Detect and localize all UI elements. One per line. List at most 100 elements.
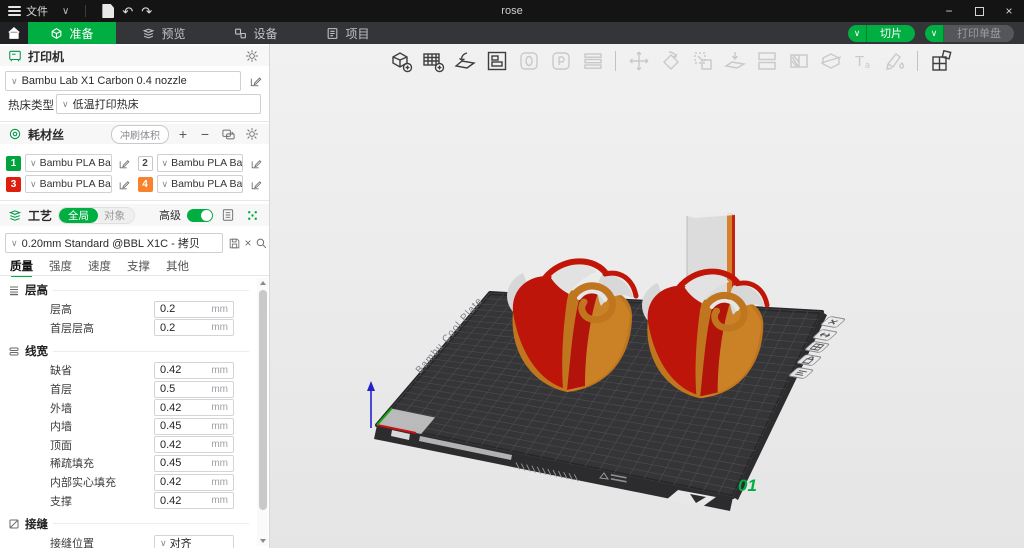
scope-global-button[interactable]: 全局 bbox=[59, 208, 98, 223]
printer-preset-select[interactable]: ∨ Bambu Lab X1 Carbon 0.4 nozzle bbox=[5, 71, 241, 91]
filament-2-select[interactable]: ∨Bambu PLA Basic bbox=[157, 154, 244, 172]
seam-position-select[interactable]: ∨对齐 bbox=[154, 535, 234, 548]
filament-2-badge[interactable]: 2 bbox=[138, 156, 153, 171]
advanced-toggle[interactable] bbox=[187, 209, 213, 222]
parameter-table-button[interactable] bbox=[219, 206, 237, 224]
param-label: 外墙 bbox=[50, 400, 154, 416]
param-row: 外墙0.42mm bbox=[0, 398, 255, 417]
tab-device[interactable]: 设备 bbox=[212, 22, 300, 44]
param-input[interactable]: 0.42mm bbox=[154, 399, 234, 416]
group-layer-height: 层高 bbox=[8, 281, 249, 299]
tab-strength[interactable]: 强度 bbox=[49, 258, 72, 274]
param-input[interactable]: 0.42mm bbox=[154, 436, 234, 453]
param-row: 层高0.2mm bbox=[0, 300, 255, 319]
search-preset-button[interactable] bbox=[252, 234, 270, 252]
tab-others[interactable]: 其他 bbox=[166, 258, 189, 274]
scope-objects-button[interactable]: 对象 bbox=[98, 208, 134, 223]
filament-1-name: Bambu PLA Basic bbox=[40, 157, 112, 169]
printer-preset-value: Bambu Lab X1 Carbon 0.4 nozzle bbox=[22, 75, 187, 87]
restore-button[interactable] bbox=[964, 0, 994, 22]
chevron-down-icon: ∨ bbox=[162, 158, 169, 169]
side-panel: 打印机 ∨ Bambu Lab X1 Carbon 0.4 nozzle 热床类… bbox=[0, 44, 270, 548]
scroll-down-arrow[interactable] bbox=[260, 539, 266, 543]
group-line-width: 线宽 bbox=[8, 342, 249, 360]
tab-preview[interactable]: 预览 bbox=[120, 22, 208, 44]
param-input[interactable]: 0.45mm bbox=[154, 455, 234, 472]
filament-4-edit-button[interactable] bbox=[247, 175, 265, 193]
filament-settings-button[interactable] bbox=[243, 125, 261, 143]
param-input[interactable]: 0.42mm bbox=[154, 492, 234, 509]
print-dropdown-button[interactable]: ∨ bbox=[925, 25, 944, 42]
param-scrollbar[interactable] bbox=[257, 278, 268, 546]
printer-section-title: 打印机 bbox=[28, 48, 64, 65]
tab-quality[interactable]: 质量 bbox=[10, 258, 33, 274]
group-title: 接缝 bbox=[25, 516, 48, 532]
slice-dropdown-button[interactable]: ∨ bbox=[848, 25, 867, 42]
filament-4-badge[interactable]: 4 bbox=[138, 177, 153, 192]
filament-3-select[interactable]: ∨Bambu PLA Basic bbox=[25, 175, 112, 193]
add-filament-button[interactable]: + bbox=[175, 126, 191, 142]
chevron-down-icon: ∨ bbox=[162, 179, 169, 190]
process-preset-select[interactable]: ∨ 0.20mm Standard @BBL X1C - 拷贝 bbox=[5, 233, 223, 253]
restore-icon bbox=[975, 7, 984, 16]
redo-button[interactable]: ↷ bbox=[141, 5, 152, 18]
printer-settings-button[interactable] bbox=[243, 47, 261, 65]
param-input[interactable]: 0.2mm bbox=[154, 319, 234, 336]
param-input[interactable]: 0.42mm bbox=[154, 474, 234, 491]
filament-1-badge[interactable]: 1 bbox=[6, 156, 21, 171]
minimize-button[interactable]: − bbox=[934, 0, 964, 22]
plate-number: 01 bbox=[738, 476, 757, 495]
home-button[interactable] bbox=[0, 22, 28, 44]
filament-section-header: 耗材丝 冲刷体积 + − bbox=[0, 124, 269, 144]
tab-prepare[interactable]: 准备 bbox=[28, 22, 116, 44]
file-menu[interactable]: 文件 bbox=[8, 3, 48, 19]
print-plate-button[interactable]: 打印单盘 bbox=[944, 25, 1014, 42]
tab-label: 设备 bbox=[253, 25, 277, 42]
group-seam: 接缝 bbox=[8, 515, 249, 533]
build-plate-scene: 01 Bambu Cool Plate bbox=[270, 44, 1024, 548]
tab-project[interactable]: 项目 bbox=[304, 22, 392, 44]
remove-filament-button[interactable]: − bbox=[197, 126, 213, 142]
sync-icon bbox=[221, 127, 236, 142]
objects-dots-button[interactable] bbox=[243, 206, 261, 224]
param-label: 内部实心填充 bbox=[50, 474, 154, 490]
close-button[interactable]: × bbox=[994, 0, 1024, 22]
scrollbar-thumb[interactable] bbox=[259, 290, 267, 510]
edit-icon bbox=[118, 157, 131, 170]
tab-label: 项目 bbox=[345, 25, 369, 42]
filament-1-select[interactable]: ∨Bambu PLA Basic bbox=[25, 154, 112, 172]
undo-button[interactable]: ↶ bbox=[122, 5, 133, 18]
slice-button[interactable]: 切片 bbox=[867, 25, 915, 42]
filament-2-edit-button[interactable] bbox=[247, 154, 265, 172]
ams-sync-button[interactable] bbox=[219, 125, 237, 143]
param-label: 缺省 bbox=[50, 362, 154, 378]
filament-section-title: 耗材丝 bbox=[28, 126, 64, 143]
title-bar: 文件 ∨ ↶ ↷ rose − × bbox=[0, 0, 1024, 22]
flush-volumes-button[interactable]: 冲刷体积 bbox=[111, 125, 169, 144]
gear-icon bbox=[245, 127, 259, 141]
param-input[interactable]: 0.42mm bbox=[154, 362, 234, 379]
process-section-title: 工艺 bbox=[28, 207, 52, 224]
bed-type-select[interactable]: ∨ 低温打印热床 bbox=[56, 94, 261, 114]
param-input[interactable]: 0.45mm bbox=[154, 418, 234, 435]
new-project-icon[interactable] bbox=[102, 4, 114, 18]
tab-speed[interactable]: 速度 bbox=[88, 258, 111, 274]
filament-3-badge[interactable]: 3 bbox=[6, 177, 21, 192]
tab-support[interactable]: 支撑 bbox=[127, 258, 150, 274]
filament-4-select[interactable]: ∨Bambu PLA Basic bbox=[157, 175, 244, 193]
chevron-down-icon[interactable]: ∨ bbox=[62, 6, 69, 17]
chevron-down-icon: ∨ bbox=[30, 179, 37, 190]
param-row: 缺省0.42mm bbox=[0, 361, 255, 380]
tab-label: 准备 bbox=[69, 25, 93, 42]
filament-1-edit-button[interactable] bbox=[116, 154, 134, 172]
search-icon bbox=[255, 237, 268, 250]
scroll-up-arrow[interactable] bbox=[260, 281, 266, 285]
home-icon bbox=[7, 26, 21, 40]
filament-3-edit-button[interactable] bbox=[116, 175, 134, 193]
printer-edit-button[interactable] bbox=[247, 72, 265, 90]
param-input[interactable]: 0.2mm bbox=[154, 301, 234, 318]
param-input[interactable]: 0.5mm bbox=[154, 381, 234, 398]
viewport-3d[interactable]: Ta bbox=[270, 44, 1024, 548]
print-button-group: ∨ 打印单盘 bbox=[925, 25, 1014, 42]
divider bbox=[85, 5, 86, 17]
